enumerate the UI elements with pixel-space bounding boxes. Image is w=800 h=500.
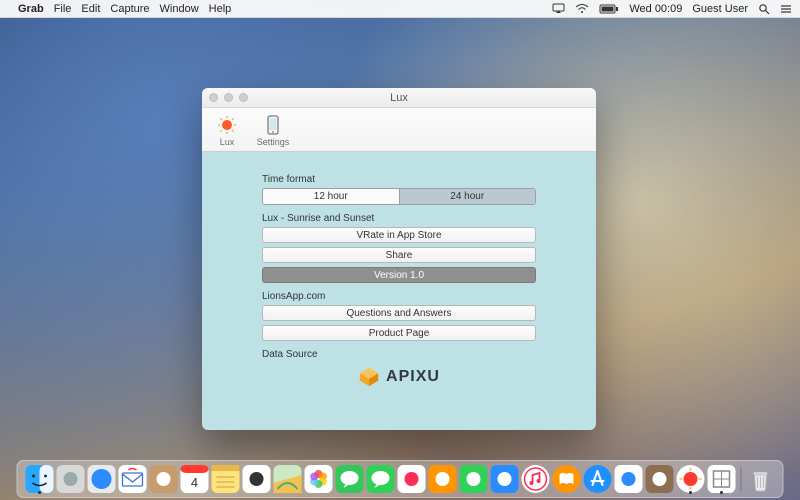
dock-item-calendar[interactable]: 4: [181, 465, 209, 493]
dock-item-preview[interactable]: [615, 465, 643, 493]
dock-item-mail[interactable]: [119, 465, 147, 493]
time-format-24h[interactable]: 24 hour: [399, 189, 536, 204]
photos-icon: [305, 465, 333, 493]
dock-item-dictionary[interactable]: [646, 465, 674, 493]
pages-icon: [429, 465, 457, 493]
dock-item-trash[interactable]: [747, 465, 775, 493]
grab-icon: [708, 465, 736, 493]
wifi-icon[interactable]: [575, 4, 589, 14]
dock-item-facetime[interactable]: [367, 465, 395, 493]
maps-icon: [274, 465, 302, 493]
lux-section-label: Lux - Sunrise and Sunset: [262, 213, 536, 224]
toolbar-settings-label: Settings: [257, 137, 290, 147]
dock-item-pages[interactable]: [429, 465, 457, 493]
finder-icon: [26, 465, 54, 493]
dock-item-grab[interactable]: [708, 465, 736, 493]
sun-icon: [216, 114, 238, 136]
lionsapp-section-label: LionsApp.com: [262, 291, 536, 302]
close-icon[interactable]: [209, 93, 218, 102]
battery-icon[interactable]: [599, 4, 619, 14]
calendar-icon: 4: [181, 465, 209, 493]
desktop: Grab File Edit Capture Window Help Wed 0…: [0, 0, 800, 500]
dock-item-numbers[interactable]: [460, 465, 488, 493]
window-traffic-lights[interactable]: [209, 93, 248, 102]
product-page-button[interactable]: Product Page: [262, 325, 536, 341]
apixu-logo-icon: [358, 366, 380, 388]
dock-item-reminders[interactable]: [243, 465, 271, 493]
dock-item-launchpad[interactable]: [57, 465, 85, 493]
dock-item-messages[interactable]: [336, 465, 364, 493]
ibooks-icon: [553, 465, 581, 493]
menubar-clock[interactable]: Wed 00:09: [629, 3, 682, 15]
toolbar-lux-label: Lux: [220, 137, 235, 147]
lux-app-icon: [677, 465, 705, 493]
menu-edit[interactable]: Edit: [81, 3, 100, 15]
phone-settings-icon: [262, 114, 284, 136]
menubar: Grab File Edit Capture Window Help Wed 0…: [0, 0, 800, 18]
zoom-icon[interactable]: [239, 93, 248, 102]
menu-help[interactable]: Help: [209, 3, 232, 15]
window-toolbar: Lux Settings: [202, 108, 596, 152]
questions-answers-button[interactable]: Questions and Answers: [262, 305, 536, 321]
settings-pane: Time format 12 hour 24 hour Lux - Sunris…: [202, 152, 596, 398]
dock-item-notes[interactable]: [212, 465, 240, 493]
dock-item-itunes[interactable]: [522, 465, 550, 493]
dock-item-keynote[interactable]: [491, 465, 519, 493]
menubar-user[interactable]: Guest User: [692, 3, 748, 15]
dock-item-ibooks[interactable]: [553, 465, 581, 493]
notes-icon: [212, 465, 240, 493]
datasource-label: Data Source: [262, 349, 536, 360]
dock-item-finder[interactable]: [26, 465, 54, 493]
share-button[interactable]: Share: [262, 247, 536, 263]
dock-item-contacts[interactable]: [150, 465, 178, 493]
dock-item-app-store[interactable]: [584, 465, 612, 493]
dock-item-lux-app[interactable]: [677, 465, 705, 493]
itunes-icon: [522, 465, 550, 493]
apixu-logo-text: APIXU: [386, 368, 440, 386]
running-indicator: [689, 491, 692, 494]
menu-file[interactable]: File: [54, 3, 72, 15]
dock-item-photos[interactable]: [305, 465, 333, 493]
dock-separator: [741, 467, 742, 491]
safari-icon: [88, 465, 116, 493]
menu-window[interactable]: Window: [160, 3, 199, 15]
spotlight-icon[interactable]: [758, 3, 770, 15]
dock-item-safari[interactable]: [88, 465, 116, 493]
messages-icon: [336, 465, 364, 493]
menu-capture[interactable]: Capture: [110, 3, 149, 15]
dock-item-game-center[interactable]: [398, 465, 426, 493]
running-indicator: [720, 491, 723, 494]
window-title: Lux: [390, 92, 408, 104]
datasource-brand: APIXU: [262, 366, 536, 388]
notification-center-icon[interactable]: [780, 4, 792, 14]
rate-app-store-button[interactable]: VRate in App Store: [262, 227, 536, 243]
trash-icon: [747, 465, 775, 493]
app-store-icon: [584, 465, 612, 493]
window-titlebar[interactable]: Lux: [202, 88, 596, 108]
dock-item-maps[interactable]: [274, 465, 302, 493]
minimize-icon[interactable]: [224, 93, 233, 102]
airplay-icon[interactable]: [552, 3, 565, 14]
reminders-icon: [243, 465, 271, 493]
dock[interactable]: 4: [17, 460, 784, 498]
mail-icon: [119, 465, 147, 493]
keynote-icon: [491, 465, 519, 493]
time-format-12h[interactable]: 12 hour: [263, 189, 399, 204]
game-center-icon: [398, 465, 426, 493]
svg-text:4: 4: [191, 475, 198, 490]
preview-icon: [615, 465, 643, 493]
time-format-segmented[interactable]: 12 hour 24 hour: [262, 188, 536, 205]
launchpad-icon: [57, 465, 85, 493]
lux-window: Lux Lux: [202, 88, 596, 430]
time-format-label: Time format: [262, 174, 536, 185]
toolbar-settings-button[interactable]: Settings: [256, 114, 290, 147]
running-indicator: [38, 491, 41, 494]
numbers-icon: [460, 465, 488, 493]
toolbar-lux-button[interactable]: Lux: [210, 114, 244, 147]
dictionary-icon: [646, 465, 674, 493]
menubar-app-name[interactable]: Grab: [18, 3, 44, 15]
facetime-icon: [367, 465, 395, 493]
version-button[interactable]: Version 1.0: [262, 267, 536, 283]
contacts-icon: [150, 465, 178, 493]
